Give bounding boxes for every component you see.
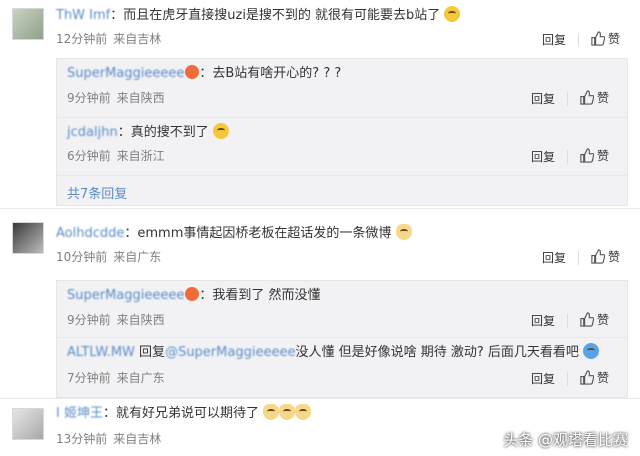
emoji-icon xyxy=(279,404,296,420)
reply-text: ：真的搜不到了 xyxy=(117,125,209,140)
username-link[interactable]: Aolhdcdde xyxy=(56,226,124,241)
reply-body: jcdaljhn：真的搜不到了 xyxy=(67,123,229,142)
like-label: 赞 xyxy=(608,250,621,264)
like-button[interactable]: 赞 xyxy=(579,147,609,164)
reply-item: ALTLW.MW 回复@SuperMaggieeeee没人懂 但是好像说啥 期待… xyxy=(57,337,627,397)
username-link[interactable]: SuperMaggieeeee xyxy=(67,288,184,303)
comment-time: 13分钟前 xyxy=(56,432,108,446)
thumbs-up-icon xyxy=(580,312,595,327)
comment-time: 12分钟前 xyxy=(56,32,108,46)
reply-item: jcdaljhn：真的搜不到了 6分钟前 来自浙江 回复 赞 xyxy=(57,117,627,176)
like-label: 赞 xyxy=(608,32,621,46)
vip-badge-icon xyxy=(185,287,200,301)
reply-prefix: 回复 xyxy=(139,345,166,360)
reply-location: 来自陕西 xyxy=(116,313,165,327)
username-link[interactable]: jcdaljhn xyxy=(67,125,118,140)
emoji-icon xyxy=(395,224,412,240)
comment-item: ThW Imf：而且在虎牙直接搜uzi是搜不到的 就很有可能要去b站了 12分钟… xyxy=(0,0,640,206)
reply-button[interactable]: 回复 xyxy=(542,249,566,266)
vip-badge-icon xyxy=(185,65,200,79)
reply-button[interactable]: 回复 xyxy=(531,148,555,165)
avatar[interactable] xyxy=(12,222,44,254)
reply-body: SuperMaggieeeee ：我看到了 然而没懂 xyxy=(67,287,321,305)
reply-button[interactable]: 回复 xyxy=(531,90,555,107)
comment-meta: 13分钟前 来自吉林 xyxy=(56,430,167,448)
reply-text: ：去B站有啥开心的? ? ? xyxy=(199,66,342,81)
action-divider xyxy=(567,150,568,164)
reply-location: 来自广东 xyxy=(116,371,165,385)
avatar[interactable] xyxy=(12,408,44,440)
reply-thread: SuperMaggieeeee ：去B站有啥开心的? ? ? 9分钟前 来自陕西 回… xyxy=(56,58,628,206)
action-divider xyxy=(567,314,568,328)
comment-meta: 12分钟前 来自吉林 xyxy=(56,30,167,48)
comment-body: I 姬坤王：就有好兄弟说可以期待了 xyxy=(56,404,312,423)
like-label: 赞 xyxy=(597,91,610,105)
username-link[interactable]: SuperMaggieeeee xyxy=(67,66,184,81)
comment-item: Aolhdcdde：emmm事情起因桥老板在超话发的一条微博 10分钟前 来自广东… xyxy=(0,210,640,400)
thumbs-up-icon xyxy=(591,31,606,46)
reply-button[interactable]: 回复 xyxy=(542,31,566,48)
like-button[interactable]: 赞 xyxy=(590,30,620,47)
like-button[interactable]: 赞 xyxy=(590,248,620,265)
comment-text: ：就有好兄弟说可以期待了 xyxy=(102,406,259,421)
reply-button[interactable]: 回复 xyxy=(531,370,555,387)
reply-item: SuperMaggieeeee ：去B站有啥开心的? ? ? 9分钟前 来自陕西 回… xyxy=(57,59,627,118)
action-divider xyxy=(578,251,579,265)
comment-time: 10分钟前 xyxy=(56,250,108,264)
like-label: 赞 xyxy=(597,371,610,385)
thumbs-up-icon xyxy=(580,90,595,105)
comment-divider xyxy=(0,398,640,399)
reply-meta: 9分钟前 来自陕西 xyxy=(67,89,171,107)
comment-location: 来自吉林 xyxy=(113,432,162,446)
avatar[interactable] xyxy=(12,8,44,40)
more-replies-link[interactable]: 共7条回复 xyxy=(67,183,127,202)
action-divider xyxy=(567,92,568,106)
reply-text: ：我看到了 然而没懂 xyxy=(199,288,321,303)
comment-text: ：emmm事情起因桥老板在超话发的一条微博 xyxy=(124,226,392,241)
comment-location: 来自吉林 xyxy=(113,32,162,46)
emoji-icon xyxy=(212,123,229,139)
like-button[interactable]: 赞 xyxy=(579,369,609,386)
comment-divider xyxy=(0,208,640,209)
mention-link[interactable]: @SuperMaggieeeee xyxy=(165,345,295,360)
reply-location: 来自陕西 xyxy=(116,91,165,105)
username-link[interactable]: ThW Imf xyxy=(56,8,110,23)
comment-meta: 10分钟前 来自广东 xyxy=(56,248,167,266)
reply-meta: 9分钟前 来自陕西 xyxy=(67,311,171,329)
reply-meta: 6分钟前 来自浙江 xyxy=(67,147,171,165)
username-link[interactable]: I 姬坤王 xyxy=(56,406,103,421)
like-label: 赞 xyxy=(597,313,610,327)
emoji-icon xyxy=(263,404,280,420)
reply-button[interactable]: 回复 xyxy=(531,312,555,329)
reply-item: SuperMaggieeeee ：我看到了 然而没懂 9分钟前 来自陕西 回复 赞 xyxy=(57,281,627,338)
thumbs-up-icon xyxy=(580,148,595,163)
reply-text: 没人懂 但是好像说啥 期待 激动? 后面几天看看吧 xyxy=(295,345,579,360)
watermark: 头条 @观塔看比赛 xyxy=(503,431,628,449)
emoji-icon xyxy=(444,6,461,22)
like-button[interactable]: 赞 xyxy=(579,89,609,106)
comment-body: ThW Imf：而且在虎牙直接搜uzi是搜不到的 就很有可能要去b站了 xyxy=(56,6,461,25)
comment-location: 来自广东 xyxy=(113,250,162,264)
like-label: 赞 xyxy=(597,149,610,163)
comment-body: Aolhdcdde：emmm事情起因桥老板在超话发的一条微博 xyxy=(56,224,412,243)
reply-body: ALTLW.MW 回复@SuperMaggieeeee没人懂 但是好像说啥 期待… xyxy=(67,343,600,362)
thumbs-up-icon xyxy=(580,370,595,385)
like-button[interactable]: 赞 xyxy=(579,311,609,328)
action-divider xyxy=(578,33,579,47)
reply-time: 7分钟前 xyxy=(67,371,111,385)
emoji-icon xyxy=(583,343,600,359)
reply-time: 9分钟前 xyxy=(67,313,111,327)
action-divider xyxy=(567,372,568,386)
thumbs-up-icon xyxy=(591,249,606,264)
comment-text: ：而且在虎牙直接搜uzi是搜不到的 就很有可能要去b站了 xyxy=(110,8,441,23)
username-link[interactable]: ALTLW.MW xyxy=(67,345,135,360)
reply-meta: 7分钟前 来自广东 xyxy=(67,369,171,387)
reply-time: 6分钟前 xyxy=(67,149,111,163)
emoji-icon xyxy=(295,404,312,420)
reply-thread: SuperMaggieeeee ：我看到了 然而没懂 9分钟前 来自陕西 回复 赞 … xyxy=(56,280,628,398)
reply-location: 来自浙江 xyxy=(116,149,165,163)
reply-body: SuperMaggieeeee ：去B站有啥开心的? ? ? xyxy=(67,65,341,83)
reply-time: 9分钟前 xyxy=(67,91,111,105)
